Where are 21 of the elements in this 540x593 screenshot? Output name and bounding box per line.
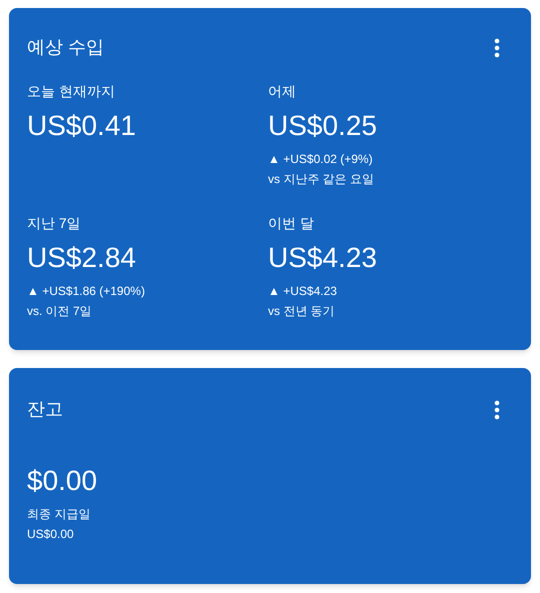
card-title: 잔고 — [27, 398, 63, 421]
metric-label: 이번 달 — [268, 214, 315, 233]
balance-value: $0.00 — [27, 464, 98, 498]
metric-value: US$4.23 — [268, 241, 378, 275]
metric-label: 오늘 현재까지 — [27, 82, 116, 101]
more-options-icon — [494, 400, 500, 420]
metric-change: ▲ +US$0.02 (+9%) — [268, 151, 374, 168]
card-title: 예상 수입 — [27, 36, 104, 59]
more-options-icon — [494, 38, 500, 58]
metric-label: 지난 7일 — [27, 214, 82, 233]
metric-comparison: vs 전년 동기 — [268, 303, 336, 320]
metric-comparison: vs. 이전 7일 — [27, 303, 93, 320]
metric-label: 어제 — [268, 82, 297, 101]
last-payment-label: 최종 지급일 — [27, 506, 92, 523]
metric-value: US$2.84 — [27, 241, 137, 275]
metric-value: US$0.41 — [27, 109, 137, 143]
last-payment-value: US$0.00 — [27, 526, 75, 543]
metric-change: ▲ +US$4.23 — [268, 283, 338, 300]
metric-change: ▲ +US$1.86 (+190%) — [27, 283, 146, 300]
metric-comparison: vs 지난주 같은 요일 — [268, 171, 376, 188]
metric-value: US$0.25 — [268, 109, 378, 143]
